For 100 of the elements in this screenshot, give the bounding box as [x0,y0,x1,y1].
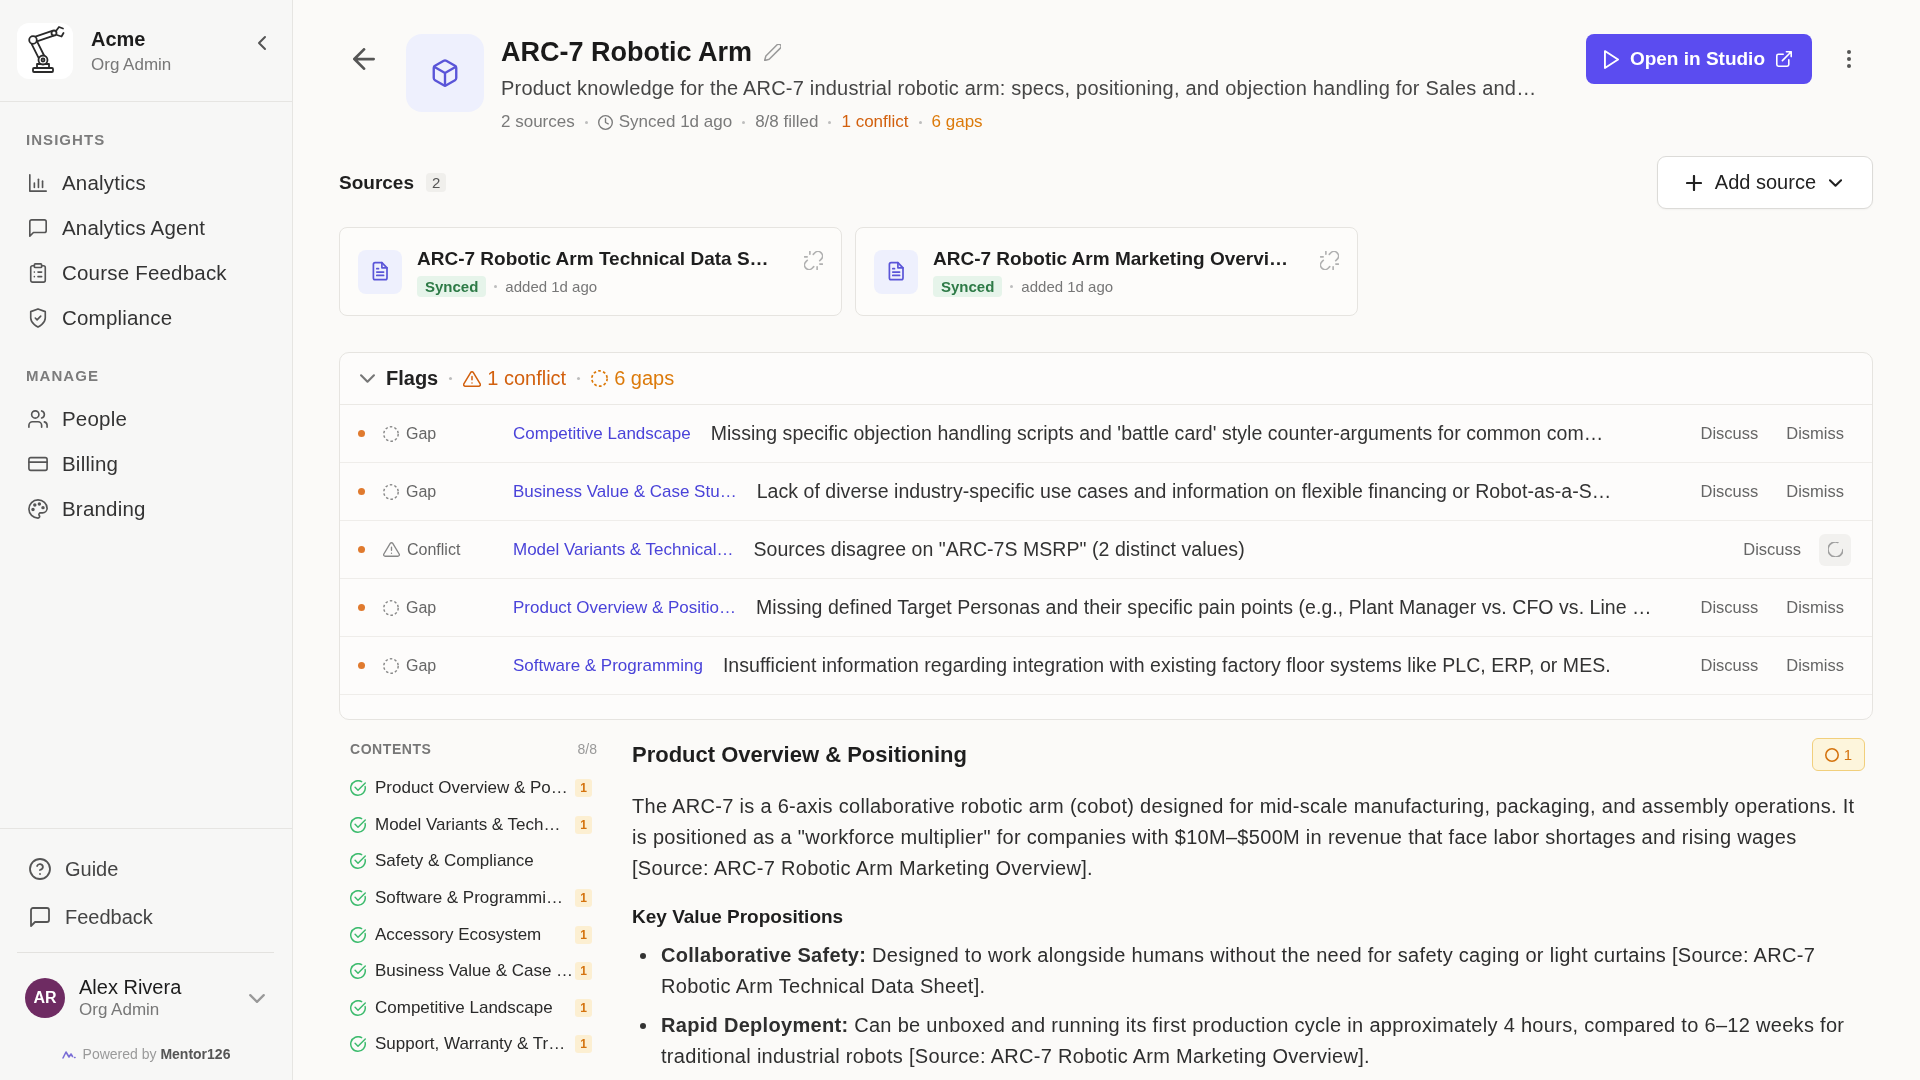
action-button[interactable]: Discuss [1690,592,1769,623]
bullet-icon [640,953,646,959]
action-button[interactable]: Discuss [1690,476,1769,507]
powered-by-text: Powered by Mentor126 [82,1046,231,1062]
status-dot-icon [358,662,365,669]
source-title: ARC-7 Robotic Arm Marketing Overvi… [933,247,1290,271]
contents-link[interactable]: Competitive Landscape [375,997,576,1018]
back-arrow-icon[interactable] [353,48,375,70]
contents-link[interactable]: Model Variants & Tech… [375,814,576,835]
action-button[interactable]: Dismiss [1776,476,1854,507]
action-button[interactable]: Dismiss [1776,650,1854,681]
action-button[interactable]: Discuss [1690,650,1769,681]
flag-message: Lack of diverse industry-specific use cases and information on flexible financing or Robot-as-a-S… [756,480,1613,503]
contents-link[interactable]: Accessory Ecosystem [375,924,576,945]
section-link[interactable]: Competitive Landscape [513,423,691,444]
dashed-circle-icon [383,425,399,442]
section-link[interactable]: Model Variants & Technical… [513,539,734,560]
play-icon [1603,49,1619,69]
action-button[interactable]: Dismiss [1776,592,1854,623]
gap-count: 6 gaps [614,367,675,390]
flag-count: 1 [575,998,592,1017]
section-link[interactable]: Product Overview & Positio… [513,597,736,618]
pencil-icon[interactable] [764,43,781,61]
org-name: Acme [91,26,147,52]
cube-icon [406,34,484,112]
meta-text: 8/8 filled [755,111,819,133]
sidebar-link[interactable]: Feedback [0,893,292,941]
chevron-down-icon [1829,178,1842,187]
action-button[interactable]: Dismiss [1776,418,1854,449]
add-source-button[interactable]: Add source [1656,156,1873,209]
contents-link[interactable]: Support, Warranty & Tr… [375,1034,576,1055]
shield-check-icon [28,307,48,328]
dashed-circle-icon [383,599,399,616]
contents-link[interactable]: Business Value & Case … [375,961,576,982]
user-name: Alex Rivera [79,975,182,999]
meta-text: 2 sources [501,111,575,133]
broken-link-icon[interactable] [804,251,823,270]
chat-bubble-icon [29,906,51,928]
document-icon [358,249,402,294]
page-title: ARC-7 Robotic Arm [501,36,752,69]
section-count: 8/8 [577,740,597,759]
subheading: Key Value Propositions [632,905,845,929]
flag-count: 1 [575,1035,592,1054]
palette-icon [28,498,48,519]
nav-item[interactable]: Analytics Agent [26,205,292,250]
help-icon [29,858,51,880]
status-dot-icon [358,546,365,553]
clock-icon [597,114,613,130]
open-in-studio-button[interactable]: Open in Studio [1585,34,1812,84]
chat-bubble-icon [28,217,48,238]
section-title: Product Overview & Positioning [632,741,967,768]
bullet-icon [640,1023,646,1029]
contents-link[interactable]: Safety & Compliance [375,851,600,872]
contents-link[interactable]: Software & Programmi… [375,888,576,909]
flag-type: Conflict [407,540,461,559]
page-description: Product knowledge for the ARC-7 industrial robotic arm: specs, positioning, and objection handling for Sales and… [501,76,1538,101]
loading-button[interactable] [1819,533,1851,566]
action-button[interactable]: Discuss [1733,534,1811,565]
wave-icon [61,1049,76,1059]
flag-message: Sources disagree on "ARC-7S MSRP" (2 distinct values) [753,538,1246,561]
nav-item[interactable]: Course Feedback [26,250,292,295]
flag-type: Gap [406,598,437,617]
dashed-circle-icon [591,370,609,387]
warning-triangle-icon [383,542,400,557]
sidebar-link[interactable]: Guide [0,845,292,893]
warning-triangle-icon [463,370,482,387]
user-role: Org Admin [79,999,161,1021]
dashed-circle-icon [383,483,399,500]
flag-message: Missing defined Target Personas and their specific pain points (e.g., Plant Manager vs. CFO vs. Line … [755,596,1653,619]
external-link-icon [1776,51,1792,67]
robot-arm-icon [17,22,73,79]
action-button[interactable]: Discuss [1690,418,1769,449]
sync-status: Synced [417,276,487,297]
nav-item[interactable]: Billing [26,441,292,486]
section-link[interactable]: Software & Programming [513,655,703,676]
source-card[interactable]: ARC-7 Robotic Arm Technical Data S… Synced added 1d ago [339,227,842,316]
contents-link[interactable]: Product Overview & Po… [375,778,576,799]
sources-title: Sources [339,171,414,194]
contents-heading: CONTENTS [350,740,432,759]
chevron-down-icon[interactable] [360,371,375,386]
org-role: Org Admin [91,53,172,76]
clipboard-icon [28,262,48,283]
chevron-left-icon[interactable] [256,34,268,51]
chevron-down-icon[interactable] [249,993,265,1003]
broken-link-icon[interactable] [1320,251,1339,270]
sync-status: Synced [933,276,1003,297]
added-time: added 1d ago [505,278,598,295]
flag-count: 1 [575,925,592,944]
nav-item[interactable]: Branding [26,486,292,531]
more-icon[interactable] [1846,49,1852,69]
conflict-count: 1 conflict [841,111,909,133]
source-card[interactable]: ARC-7 Robotic Arm Marketing Overvi… Synced added 1d ago [855,227,1358,316]
nav-item[interactable]: Compliance [26,295,292,340]
flag-count: 1 [575,779,592,798]
section-link[interactable]: Business Value & Case Stu… [513,481,737,502]
flag-type: Gap [406,482,437,501]
plus-icon [1685,174,1702,191]
nav-item[interactable]: Analytics [26,160,292,205]
nav-section-heading: INSIGHTS [26,130,107,150]
nav-item[interactable]: People [26,396,292,441]
